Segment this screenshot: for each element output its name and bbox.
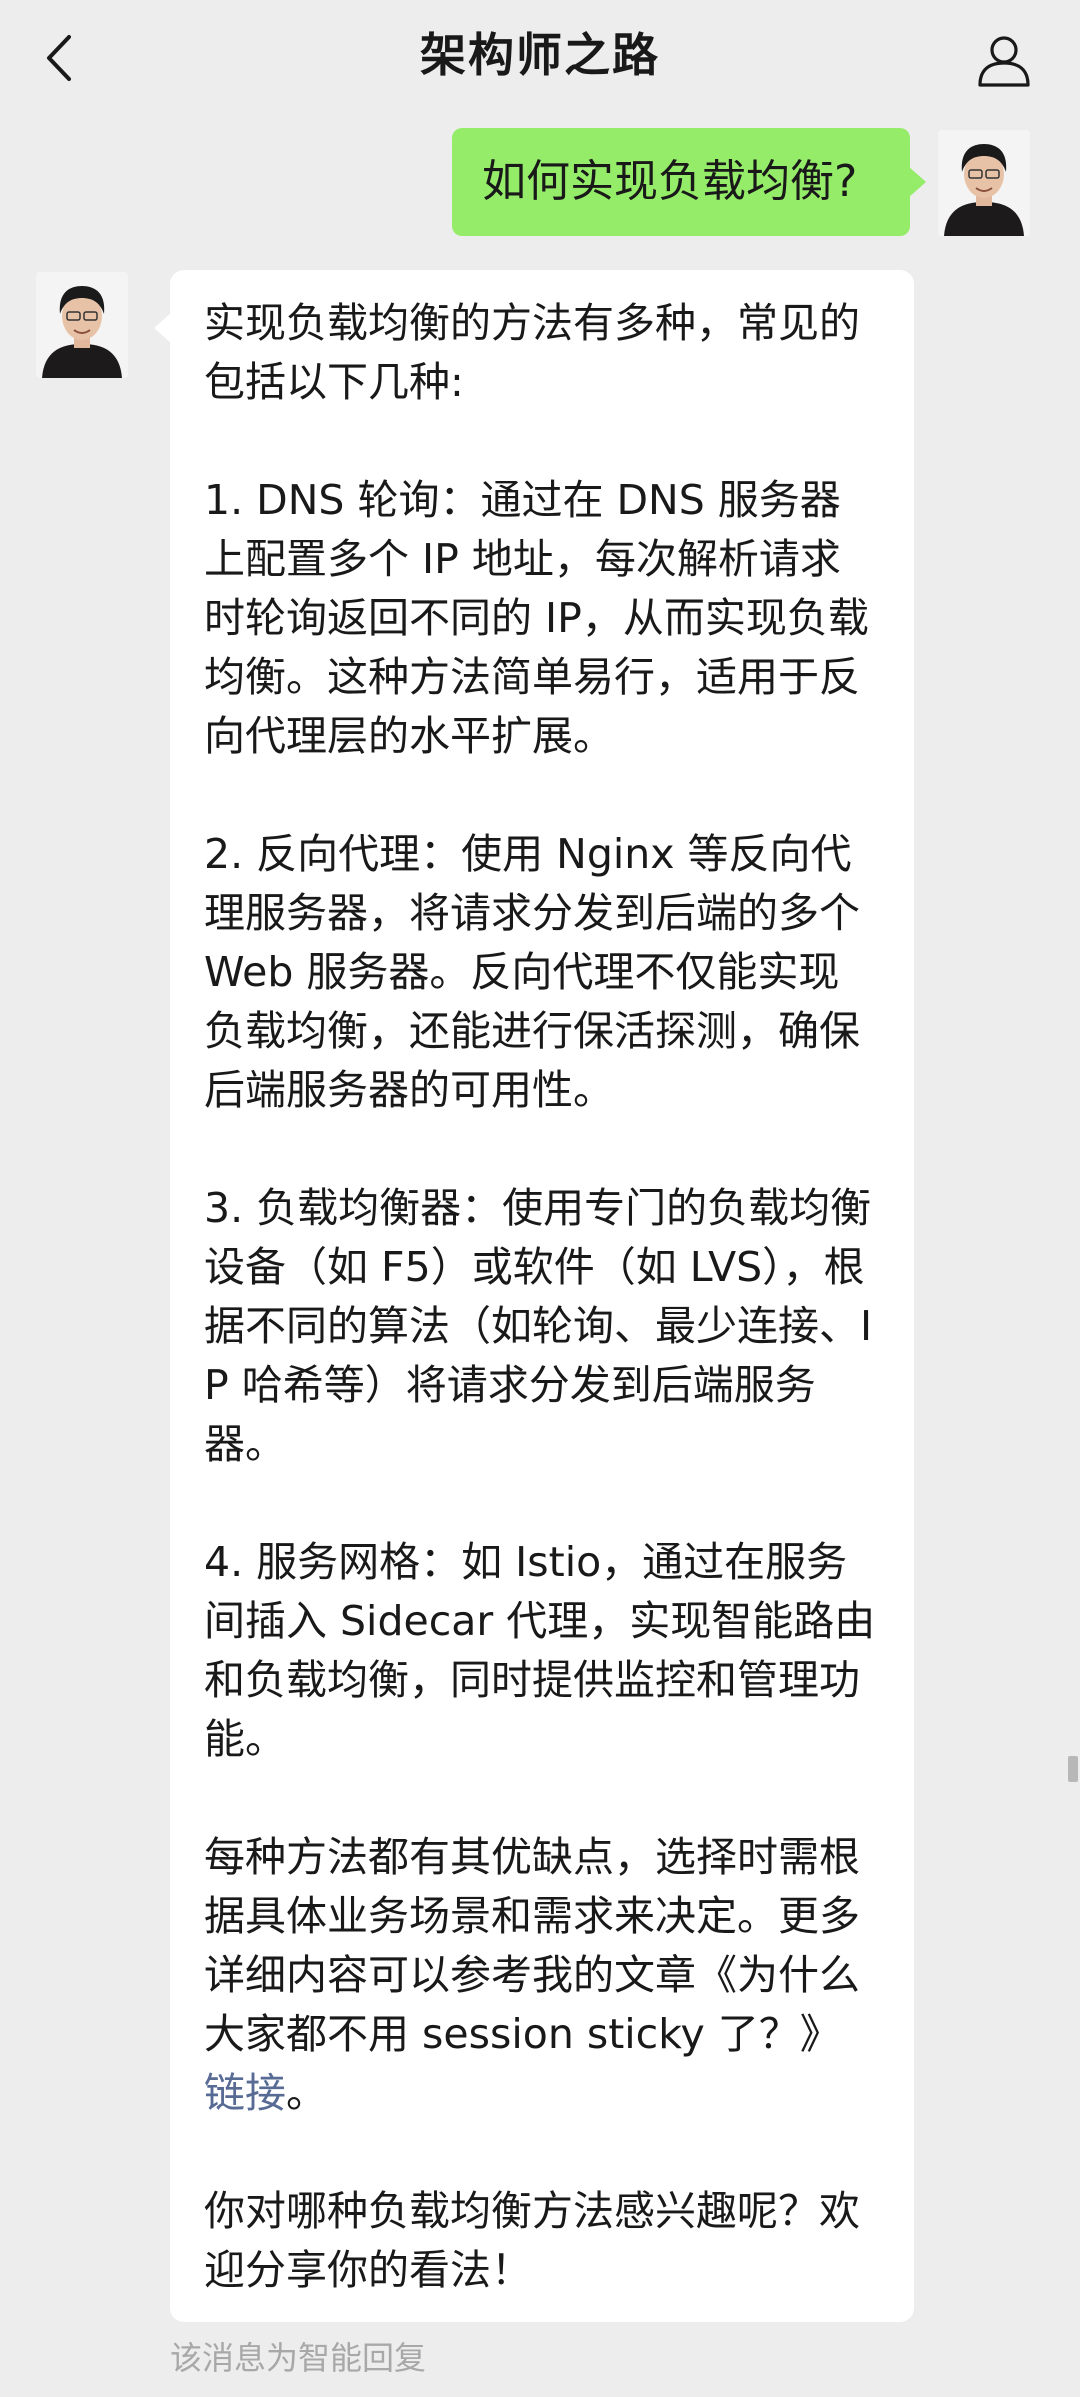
incoming-message-bubble[interactable]: 实现负载均衡的方法有多种，常见的包括以下几种: 1. DNS 轮询：通过在 DN… bbox=[154, 270, 914, 2322]
scrollbar-thumb[interactable] bbox=[1068, 1756, 1078, 1782]
summary-text: 每种方法都有其优缺点，选择时需根据具体业务场景和需求来决定。更多详细内容可以参考… bbox=[204, 1833, 860, 2058]
auto-reply-note: 该消息为智能回复 bbox=[170, 2339, 427, 2377]
profile-button[interactable] bbox=[968, 24, 1040, 96]
message-intro: 实现负载均衡的方法有多种，常见的包括以下几种: bbox=[204, 299, 860, 406]
article-link[interactable]: 链接 bbox=[204, 2069, 286, 2117]
message-item-reverse-proxy: 2. 反向代理：使用 Nginx 等反向代理服务器，将请求分发到后端的多个 We… bbox=[204, 830, 860, 1114]
person-photo-icon bbox=[36, 272, 128, 378]
person-icon bbox=[978, 36, 1030, 87]
message-closing: 你对哪种负载均衡方法感兴趣呢？欢迎分享你的看法！ bbox=[204, 2187, 860, 2294]
outgoing-message-bubble[interactable]: 如何实现负载均衡? bbox=[452, 128, 926, 236]
message-item-dns: 1. DNS 轮询：通过在 DNS 服务器上配置多个 IP 地址，每次解析请求时… bbox=[204, 476, 869, 760]
contact-avatar[interactable] bbox=[36, 272, 128, 378]
summary-suffix: 。 bbox=[286, 2069, 327, 2117]
person-photo-icon bbox=[938, 130, 1030, 236]
top-bar: 架构师之路 bbox=[0, 0, 1080, 120]
message-item-load-balancer: 3. 负载均衡器：使用专门的负载均衡设备（如 F5）或软件（如 LVS），根据不… bbox=[204, 1184, 873, 1468]
message-item-service-mesh: 4. 服务网格：如 Istio，通过在服务间插入 Sidecar 代理，实现智能… bbox=[204, 1538, 876, 1763]
message-summary: 每种方法都有其优缺点，选择时需根据具体业务场景和需求来决定。更多详细内容可以参考… bbox=[204, 1828, 880, 2123]
my-avatar[interactable] bbox=[938, 130, 1030, 236]
page-title: 架构师之路 bbox=[420, 28, 660, 82]
outgoing-message-text: 如何实现负载均衡? bbox=[482, 156, 858, 207]
